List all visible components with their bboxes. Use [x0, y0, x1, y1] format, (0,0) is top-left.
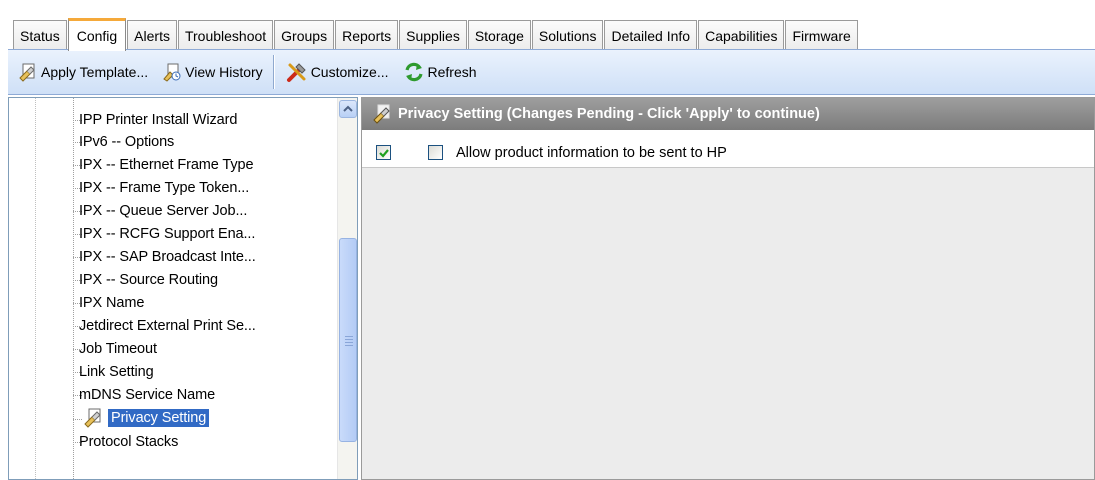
refresh-icon — [404, 62, 423, 82]
refresh-button[interactable]: Refresh — [399, 57, 481, 87]
tree-item-ipx-name[interactable]: IPX Name — [77, 292, 146, 314]
tree-item-jetdirect-external-print[interactable]: Jetdirect External Print Se... — [77, 315, 258, 337]
tree-item-label: IPX -- Frame Type Token... — [79, 180, 250, 196]
tree-guide-line — [35, 98, 36, 479]
customize-icon — [286, 63, 306, 82]
toolbar-separator — [272, 55, 274, 89]
tree-connector — [73, 419, 82, 420]
tree-item-ipx-ethernet-frame-type[interactable]: IPX -- Ethernet Frame Type — [77, 154, 255, 176]
tab-list: Status Config Alerts Troubleshoot Groups… — [13, 17, 859, 51]
tab-detailed-info[interactable]: Detailed Info — [604, 20, 698, 50]
tree-item-privacy-setting[interactable]: Privacy Setting — [83, 407, 210, 429]
thumb-grip — [345, 336, 353, 337]
thumb-grip — [345, 342, 353, 343]
tab-capabilities[interactable]: Capabilities — [698, 20, 785, 50]
tab-strip: Status Config Alerts Troubleshoot Groups… — [0, 0, 1095, 51]
tab-groups[interactable]: Groups — [274, 20, 335, 50]
apply-template-button[interactable]: Apply Template... — [14, 57, 152, 87]
tab-solutions[interactable]: Solutions — [531, 20, 604, 50]
tree-item-label: Job Timeout — [79, 341, 157, 357]
chevron-up-icon — [343, 105, 353, 112]
view-history-icon — [163, 63, 181, 82]
apply-checkbox[interactable] — [376, 145, 391, 160]
wrench-icon — [84, 408, 101, 428]
tab-troubleshoot[interactable]: Troubleshoot — [177, 20, 274, 50]
scroll-up-button[interactable] — [339, 100, 357, 118]
tree-item-ipv6-options[interactable]: IPv6 -- Options — [77, 131, 176, 153]
tree-item-label: IPX -- Queue Server Job... — [79, 203, 248, 219]
panel-title: Privacy Setting (Changes Pending - Click… — [398, 106, 820, 122]
tab-supplies[interactable]: Supplies — [399, 20, 467, 50]
tree-item-label: Protocol Stacks — [79, 434, 179, 450]
tab-reports[interactable]: Reports — [335, 20, 399, 50]
apply-template-label: Apply Template... — [41, 64, 149, 80]
tree-item-label: IPP Printer Install Wizard — [79, 112, 238, 128]
toolbar: Apply Template... View History Customize… — [8, 49, 1095, 95]
view-history-button[interactable]: View History — [158, 57, 267, 87]
tree-item-job-timeout[interactable]: Job Timeout — [77, 338, 159, 360]
tree-item-label: IPX Name — [79, 295, 145, 311]
setting-row: Allow product information to be sent to … — [362, 130, 1094, 168]
tab-firmware[interactable]: Firmware — [785, 20, 858, 50]
apply-template-icon — [19, 63, 35, 82]
settings-panel: Privacy Setting (Changes Pending - Click… — [361, 97, 1095, 480]
tab-config[interactable]: Config — [67, 18, 127, 51]
refresh-label: Refresh — [427, 64, 477, 80]
tree-item-ipx-source-routing[interactable]: IPX -- Source Routing — [77, 269, 220, 291]
tab-status[interactable]: Status — [13, 20, 67, 50]
tree-item-label: IPX -- RCFG Support Ena... — [79, 226, 256, 242]
view-history-label: View History — [185, 64, 263, 80]
panel-header: Privacy Setting (Changes Pending - Click… — [362, 98, 1094, 130]
tree-item-ipx-rcfg-support[interactable]: IPX -- RCFG Support Ena... — [77, 223, 257, 245]
config-tree[interactable]: IPP Printer Install Wizard IPv6 -- Optio… — [8, 97, 358, 480]
tree-item-label: Link Setting — [79, 364, 154, 380]
customize-label: Customize... — [310, 64, 389, 80]
tree-item-label: Jetdirect External Print Se... — [79, 318, 256, 334]
tree-item-ipx-sap-broadcast[interactable]: IPX -- SAP Broadcast Inte... — [77, 246, 258, 268]
tree-item-label: IPX -- Source Routing — [79, 272, 218, 288]
tree-item-ipx-queue-server-job[interactable]: IPX -- Queue Server Job... — [77, 200, 249, 222]
tree-item-link-setting[interactable]: Link Setting — [77, 361, 156, 383]
tree-item-ipp-printer-install-wizard[interactable]: IPP Printer Install Wizard — [77, 109, 239, 131]
tree-item-protocol-stacks[interactable]: Protocol Stacks — [77, 431, 180, 453]
tab-alerts[interactable]: Alerts — [127, 20, 177, 50]
tree-scrollbar[interactable] — [337, 98, 357, 479]
tree-item-label: Privacy Setting — [108, 409, 210, 427]
tree-branch-line — [73, 98, 74, 479]
tree-item-label: IPv6 -- Options — [79, 134, 175, 150]
tree-item-label: mDNS Service Name — [79, 387, 216, 403]
tree-item-label: IPX -- Ethernet Frame Type — [79, 157, 254, 173]
checkmark-icon — [379, 149, 389, 158]
thumb-grip — [345, 345, 353, 346]
thumb-grip — [345, 339, 353, 340]
customize-button[interactable]: Customize... — [282, 57, 393, 87]
wrench-icon — [373, 104, 390, 124]
allow-product-info-checkbox[interactable] — [428, 145, 443, 160]
tree-item-mdns-service-name[interactable]: mDNS Service Name — [77, 384, 217, 406]
tree-item-ipx-frame-type-token[interactable]: IPX -- Frame Type Token... — [77, 177, 251, 199]
scroll-thumb[interactable] — [339, 238, 357, 442]
allow-product-info-label: Allow product information to be sent to … — [456, 145, 727, 161]
tree-item-label: IPX -- SAP Broadcast Inte... — [79, 249, 256, 265]
tab-storage[interactable]: Storage — [467, 20, 531, 50]
